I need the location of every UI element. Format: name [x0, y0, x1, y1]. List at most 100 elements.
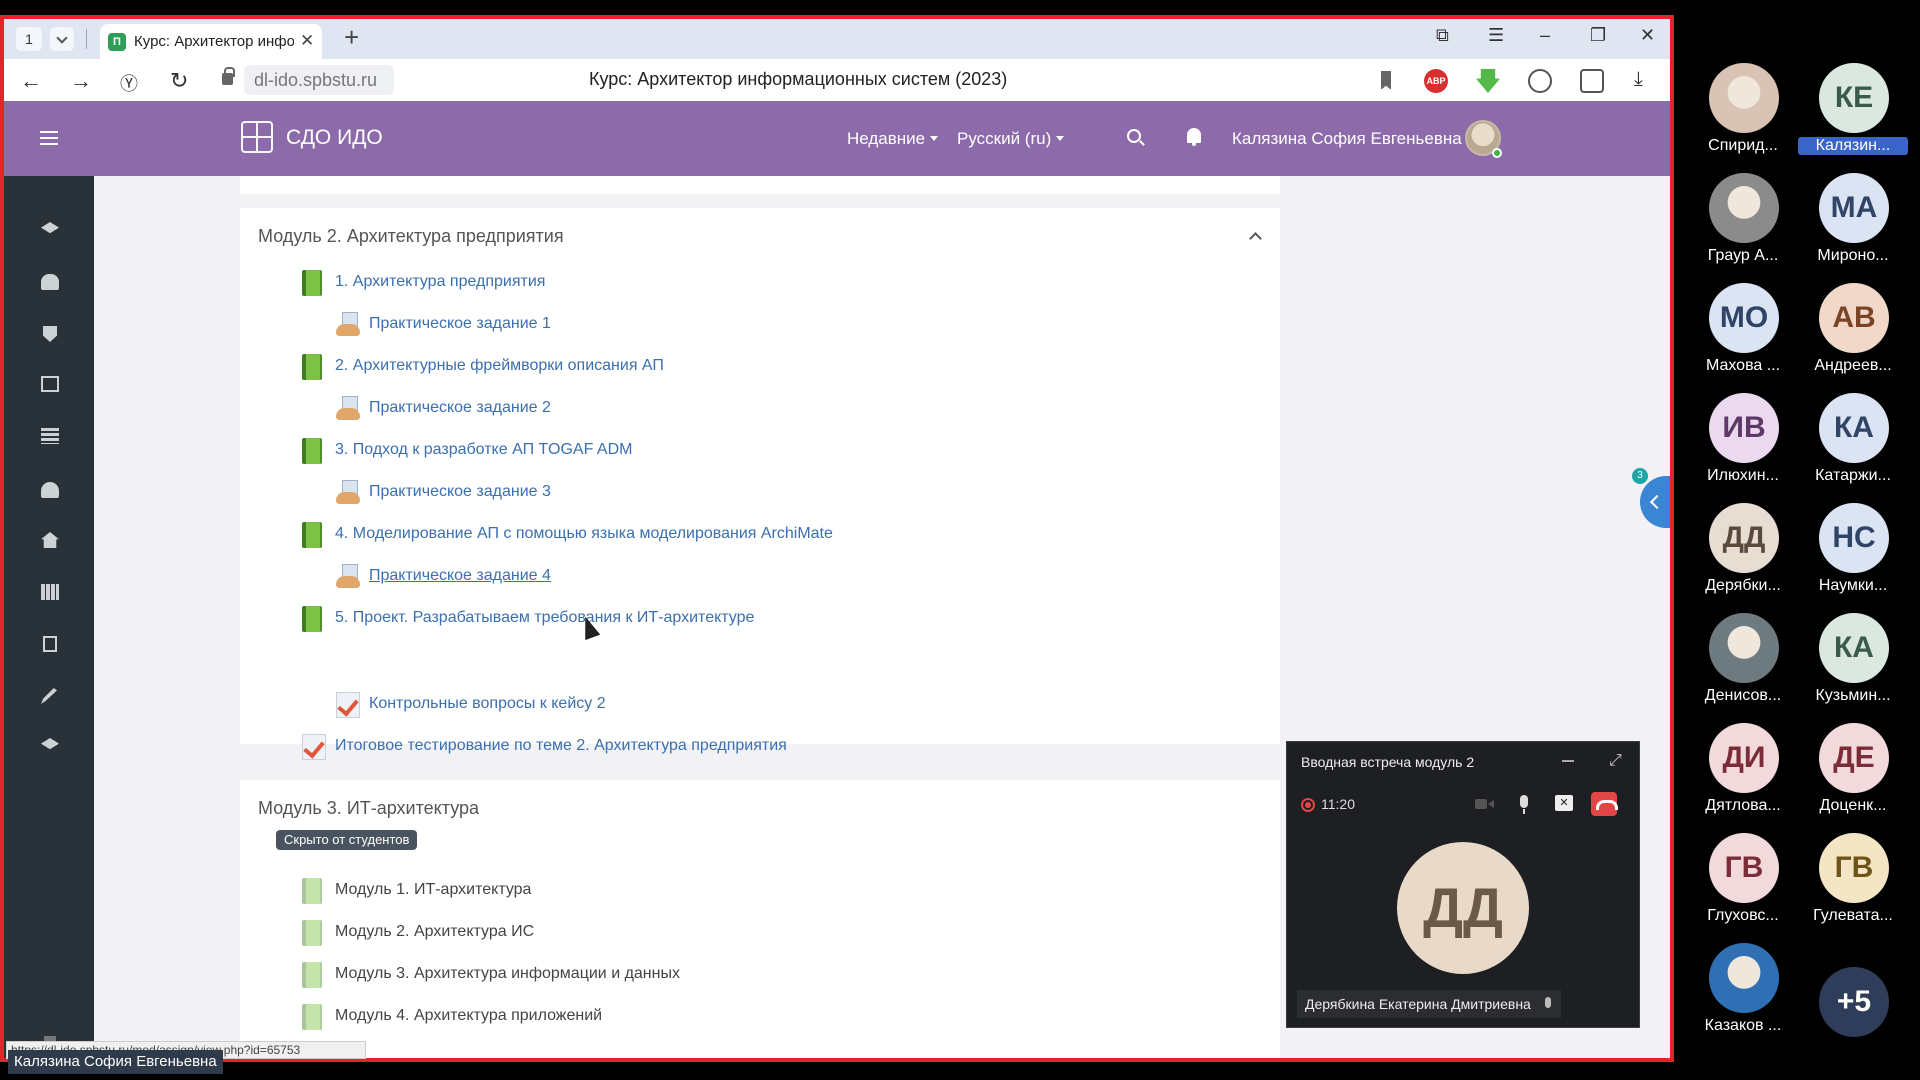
- participant-name: Андреев...: [1814, 357, 1892, 374]
- section-title[interactable]: Модуль 3. ИТ-архитектура: [258, 798, 479, 819]
- bell-icon[interactable]: [1187, 128, 1201, 146]
- table-icon[interactable]: [41, 428, 59, 444]
- adblock-icon[interactable]: ABP: [1424, 69, 1448, 93]
- participant-tile[interactable]: Денисов...: [1688, 613, 1798, 713]
- tab-active[interactable]: П Курс: Архитектор информационных систем…: [100, 24, 322, 59]
- activity-link[interactable]: Контрольные вопросы к кейсу 2: [369, 695, 606, 713]
- activity-link[interactable]: Практическое задание 2: [369, 399, 551, 417]
- recent-dropdown[interactable]: Недавние: [847, 129, 938, 149]
- assignment-icon: [336, 564, 360, 590]
- activity-link[interactable]: 3. Подход к разработке АП TOGAF ADM: [335, 441, 632, 459]
- activity-link[interactable]: Итоговое тестирование по теме 2. Архитек…: [335, 737, 787, 755]
- right-drawer-toggle[interactable]: [1640, 476, 1670, 528]
- address-bar: ← → Ⓨ ↻ dl-ido.spbstu.ru Курс: Архитекто…: [4, 59, 1670, 101]
- shield-icon[interactable]: [43, 326, 57, 342]
- download-helper-icon[interactable]: [1476, 69, 1500, 93]
- participant-name: Дятлова...: [1705, 797, 1781, 814]
- user-menu-name[interactable]: Калязина София Евгеньевна: [1232, 129, 1462, 149]
- participant-photo-avatar: [1709, 613, 1779, 683]
- book-icon: [302, 354, 322, 380]
- participant-tile[interactable]: ДИ Дятлова...: [1688, 723, 1798, 823]
- close-icon[interactable]: ✕: [300, 31, 314, 51]
- chevron-down-icon[interactable]: [50, 27, 74, 51]
- activity-link[interactable]: 4. Моделирование АП с помощью языка моде…: [335, 525, 833, 543]
- participant-tile[interactable]: Граур А...: [1688, 173, 1798, 273]
- participant-tile[interactable]: КА Катаржи...: [1798, 393, 1908, 493]
- participant-tile[interactable]: ГВ Гулевата...: [1798, 833, 1908, 933]
- activity-link[interactable]: Практическое задание 1: [369, 315, 551, 333]
- dashboard-icon[interactable]: [41, 482, 59, 498]
- participant-name: Денисов...: [1704, 687, 1782, 704]
- participant-tile[interactable]: НС Наумки...: [1798, 503, 1908, 603]
- participant-tile[interactable]: Казаков ...: [1688, 943, 1798, 1043]
- stop-screen-share-icon[interactable]: [1551, 792, 1577, 816]
- minimize-icon[interactable]: –: [1540, 25, 1550, 46]
- participant-tile[interactable]: МА Мироно...: [1798, 173, 1908, 273]
- participant-tile[interactable]: ГВ Глуховс...: [1688, 833, 1798, 933]
- expand-icon[interactable]: ⤢: [1609, 752, 1622, 770]
- activity-link[interactable]: Практическое задание 3: [369, 483, 551, 501]
- site-logo-icon[interactable]: [241, 121, 273, 153]
- participant-tile[interactable]: АВ Андреев...: [1798, 283, 1908, 383]
- file-icon[interactable]: [43, 636, 57, 652]
- globe-icon[interactable]: [1528, 69, 1552, 93]
- home-icon[interactable]: [41, 532, 59, 548]
- participant-tile[interactable]: КЕ Калязин...: [1798, 63, 1908, 163]
- participant-avatar: КА: [1819, 613, 1889, 683]
- extensions-icon[interactable]: [1580, 69, 1604, 93]
- back-icon[interactable]: ←: [20, 68, 42, 94]
- participant-tile[interactable]: ДЕ Доценк...: [1798, 723, 1908, 823]
- section-title[interactable]: Модуль 2. Архитектура предприятия: [258, 226, 564, 247]
- bookmarks-icon[interactable]: ⧉: [1436, 25, 1449, 46]
- activity-link[interactable]: 1. Архитектура предприятия: [335, 273, 545, 291]
- participant-tile[interactable]: Спирид...: [1688, 63, 1798, 163]
- new-tab-icon[interactable]: +: [344, 22, 359, 53]
- tab-strip: 1 П Курс: Архитектор информационных сист…: [4, 19, 1670, 59]
- activity-link[interactable]: 2. Архитектурные фреймворки описания АП: [335, 357, 664, 375]
- activity-link[interactable]: Модуль 4. Архитектура приложений: [335, 1007, 602, 1025]
- activity-link[interactable]: 5. Проект. Разрабатываем требования к ИТ…: [335, 609, 754, 627]
- participant-avatar: ДЕ: [1819, 723, 1889, 793]
- participant-avatar: ГВ: [1709, 833, 1779, 903]
- graduation-cap-icon[interactable]: [41, 738, 59, 750]
- participant-tile[interactable]: ИВ Илюхин...: [1688, 393, 1798, 493]
- bookmark-icon[interactable]: [1380, 69, 1392, 91]
- book-icon: [302, 522, 322, 548]
- brush-icon[interactable]: [41, 688, 57, 704]
- quiz-icon: [336, 692, 360, 718]
- activity-link[interactable]: Практическое задание 4: [369, 567, 551, 585]
- tab-count-button[interactable]: 1: [16, 27, 42, 51]
- assignment-icon: [336, 312, 360, 338]
- favicon-icon: П: [108, 33, 126, 51]
- book-icon: [302, 920, 322, 946]
- activity-link[interactable]: Модуль 1. ИТ-архитектура: [335, 881, 531, 899]
- close-window-icon[interactable]: ✕: [1640, 25, 1655, 46]
- module-3-section: Модуль 3. ИТ-архитектура Скрыто от студе…: [240, 780, 1280, 1058]
- participant-tile[interactable]: КА Кузьмин...: [1798, 613, 1908, 713]
- microphone-icon[interactable]: [1511, 792, 1537, 816]
- hang-up-button[interactable]: [1591, 792, 1618, 816]
- calendar-icon[interactable]: [41, 584, 59, 600]
- reload-icon[interactable]: ↻: [170, 68, 188, 94]
- search-icon[interactable]: [1127, 129, 1141, 143]
- url-field[interactable]: dl-ido.spbstu.ru: [244, 65, 394, 95]
- chevron-up-icon[interactable]: [1249, 232, 1262, 245]
- yandex-icon[interactable]: Ⓨ: [120, 70, 138, 96]
- minimize-icon[interactable]: [1562, 760, 1574, 762]
- restore-icon[interactable]: ❐: [1590, 25, 1606, 46]
- participant-tile[interactable]: ДД Дерябки...: [1688, 503, 1798, 603]
- menu-icon[interactable]: ☰: [1488, 25, 1504, 46]
- checkbox-icon[interactable]: [41, 376, 59, 392]
- activity-link[interactable]: Модуль 3. Архитектура информации и данны…: [335, 965, 680, 983]
- hamburger-menu-icon[interactable]: [40, 131, 58, 145]
- site-name[interactable]: СДО ИДО: [286, 126, 383, 150]
- download-icon[interactable]: ⤓: [1634, 68, 1643, 91]
- language-dropdown[interactable]: Русский (ru): [957, 129, 1064, 149]
- users-icon[interactable]: [41, 274, 59, 290]
- camera-off-icon[interactable]: [1471, 792, 1497, 816]
- activity-link[interactable]: Модуль 2. Архитектура ИС: [335, 923, 534, 941]
- graduation-cap-icon[interactable]: [41, 222, 59, 234]
- participant-tile[interactable]: МО Махова ...: [1688, 283, 1798, 383]
- participant-tile[interactable]: +5: [1798, 943, 1908, 1043]
- forward-icon[interactable]: →: [70, 68, 92, 94]
